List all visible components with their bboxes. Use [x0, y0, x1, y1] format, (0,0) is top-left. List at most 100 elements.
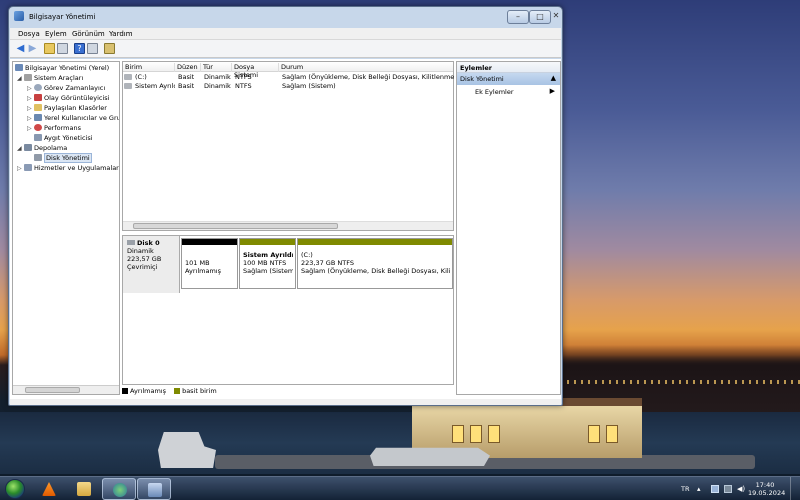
tree-label: Sistem Araçları	[34, 74, 84, 82]
taskbar-explorer[interactable]	[67, 478, 101, 500]
volume-list-header: Birim Düzen Tür Dosya Sistemi Durum	[123, 62, 455, 79]
action-more-actions[interactable]: Ek Eylemler ▶	[457, 85, 560, 97]
legend-label: basit birim	[182, 387, 217, 395]
language-indicator[interactable]: TR	[681, 485, 690, 493]
menu-help[interactable]: Yardım	[109, 30, 133, 38]
column-header-type[interactable]: Tür	[201, 63, 232, 72]
submenu-arrow-icon: ▶	[549, 87, 555, 95]
minimize-button[interactable]: –	[507, 10, 529, 24]
storage-icon	[24, 144, 32, 151]
disk-size: 223,57 GB	[127, 255, 162, 263]
expand-arrow-icon[interactable]: ▷	[17, 165, 24, 172]
tree-label: Aygıt Yöneticisi	[44, 134, 93, 142]
tree-item-task-scheduler[interactable]: ▷ Görev Zamanlayıcı	[27, 84, 105, 94]
table-row[interactable]: (C:) Basit Dinamik NTFS Sağlam (Önyüklem…	[123, 73, 454, 82]
column-header-file-system[interactable]: Dosya Sistemi	[232, 63, 279, 79]
computer-icon	[15, 64, 23, 71]
computer-management-window: Bilgisayar Yönetimi – □ ✕ Dosya Eylem Gö…	[8, 6, 563, 406]
column-header-status[interactable]: Durum	[279, 63, 455, 72]
forward-arrow-icon[interactable]: ▶	[27, 43, 38, 54]
tree-item-system-tools[interactable]: ◢ Sistem Araçları	[17, 74, 83, 84]
show-hide-tree-icon[interactable]	[57, 43, 68, 54]
tree-item-services-applications[interactable]: ▷ Hizmetler ve Uygulamalar	[17, 164, 119, 174]
globe-icon	[113, 483, 127, 497]
partition-unallocated[interactable]: 101 MB Ayrılmamış	[181, 238, 238, 289]
expand-arrow-icon[interactable]: ▷	[27, 115, 34, 122]
tree-item-local-users[interactable]: ▷ Yerel Kullanıcılar ve Gru	[27, 114, 119, 124]
legend-swatch-unallocated	[122, 388, 128, 394]
disk-legend: Ayrılmamış basit birim	[122, 387, 454, 397]
partition-status: Sağlam (Önyükleme, Disk Belleği Dosyası,…	[301, 267, 450, 275]
partition-status: Sağlam (Sistem)	[243, 267, 293, 275]
actions-section-label: Disk Yönetimi	[460, 75, 504, 83]
actions-header: Eylemler	[457, 62, 560, 73]
computer-management-icon	[14, 11, 24, 21]
toolbar: ◀ ▶ ?	[10, 40, 561, 58]
expand-arrow-icon[interactable]: ▷	[27, 95, 34, 102]
tree-label: Bilgisayar Yönetimi (Yerel)	[25, 64, 110, 72]
menu-file[interactable]: Dosya	[18, 30, 40, 38]
volume-list-horizontal-scrollbar[interactable]	[123, 221, 453, 230]
tree-item-performance[interactable]: ▷ Performans	[27, 124, 81, 134]
tree-label: Paylaşılan Klasörler	[44, 104, 107, 112]
help-icon[interactable]: ?	[74, 43, 85, 54]
disk-0-label[interactable]: Disk 0 Dinamik 223,57 GB Çevrimiçi	[123, 236, 180, 293]
column-header-layout[interactable]: Düzen	[175, 63, 201, 72]
taskbar-vlc[interactable]	[32, 478, 66, 500]
taskbar-app-globe[interactable]	[102, 478, 136, 500]
cell-volume: (C:)	[135, 73, 147, 81]
volume-icon[interactable]: ◀)	[737, 485, 745, 493]
tree-label: Olay Görüntüleyicisi	[44, 94, 110, 102]
show-hide-action-pane-icon[interactable]	[87, 43, 98, 54]
expand-arrow-icon[interactable]: ▷	[27, 125, 34, 132]
column-header-volume[interactable]: Birim	[123, 63, 175, 72]
tree-item-shared-folders[interactable]: ▷ Paylaşılan Klasörler	[27, 104, 107, 114]
network-icon[interactable]	[724, 485, 732, 493]
table-row[interactable]: Sistem Ayrıldı Basit Dinamik NTFS Sağlam…	[123, 82, 453, 91]
partition-color-bar	[182, 239, 237, 245]
action-center-flag-icon[interactable]	[711, 485, 719, 493]
scroll-thumb[interactable]	[25, 387, 80, 393]
menu-view[interactable]: Görünüm	[72, 30, 105, 38]
tree-item-device-manager[interactable]: Aygıt Yöneticisi	[34, 134, 93, 144]
actions-pane: Eylemler Disk Yönetimi ▲ Ek Eylemler ▶	[456, 61, 561, 395]
title-bar[interactable]: Bilgisayar Yönetimi – □ ✕	[9, 7, 562, 27]
disk-type: Dinamik	[127, 247, 154, 255]
partition-system-reserved[interactable]: Sistem Ayrıldı 100 MB NTFS Sağlam (Siste…	[239, 238, 296, 289]
cell-status: Sağlam (Önyükleme, Disk Belleği Dosyası,…	[282, 73, 454, 81]
start-button[interactable]	[5, 479, 25, 499]
tree-label: Görev Zamanlayıcı	[44, 84, 106, 92]
disk-status: Çevrimiçi	[127, 263, 158, 271]
show-desktop-button[interactable]	[790, 477, 800, 500]
action-label: Ek Eylemler	[475, 88, 514, 96]
taskbar-computer-management[interactable]	[137, 478, 171, 500]
tools-icon	[24, 74, 32, 81]
collapse-caret-icon[interactable]: ▲	[551, 74, 556, 82]
system-clock[interactable]: 17:40 19.05.2024	[748, 481, 786, 497]
back-arrow-icon[interactable]: ◀	[15, 43, 26, 54]
content-area: Bilgisayar Yönetimi (Yerel) ◢ Sistem Araç…	[10, 59, 561, 399]
tree-horizontal-scrollbar[interactable]	[13, 385, 119, 394]
actions-section-disk-management[interactable]: Disk Yönetimi ▲	[457, 73, 560, 85]
collapse-arrow-icon[interactable]: ◢	[17, 75, 24, 82]
cell-layout: Basit	[178, 82, 195, 90]
properties-icon[interactable]	[104, 43, 115, 54]
expand-arrow-icon[interactable]: ▷	[27, 105, 34, 112]
collapse-arrow-icon[interactable]: ◢	[17, 145, 24, 152]
desktop-window-light	[606, 425, 618, 443]
expand-arrow-icon[interactable]: ▷	[27, 85, 34, 92]
window-title: Bilgisayar Yönetimi	[29, 13, 96, 21]
up-folder-icon[interactable]	[44, 43, 55, 54]
tree-item-disk-management[interactable]: Disk Yönetimi	[34, 153, 92, 164]
close-button[interactable]: ✕	[551, 10, 561, 24]
menu-action[interactable]: Eylem	[45, 30, 67, 38]
tree-item-event-viewer[interactable]: ▷ Olay Görüntüleyicisi	[27, 94, 109, 104]
partition-c-drive[interactable]: (C:) 223,37 GB NTFS Sağlam (Önyükleme, D…	[297, 238, 453, 289]
performance-icon	[34, 124, 42, 131]
show-hidden-icons-icon[interactable]: ▴	[697, 485, 705, 493]
clock-date: 19.05.2024	[748, 489, 786, 497]
maximize-button[interactable]: □	[529, 10, 551, 24]
tree-item-root[interactable]: Bilgisayar Yönetimi (Yerel)	[15, 64, 109, 74]
scroll-thumb[interactable]	[133, 223, 338, 229]
shared-folder-icon	[34, 104, 42, 111]
